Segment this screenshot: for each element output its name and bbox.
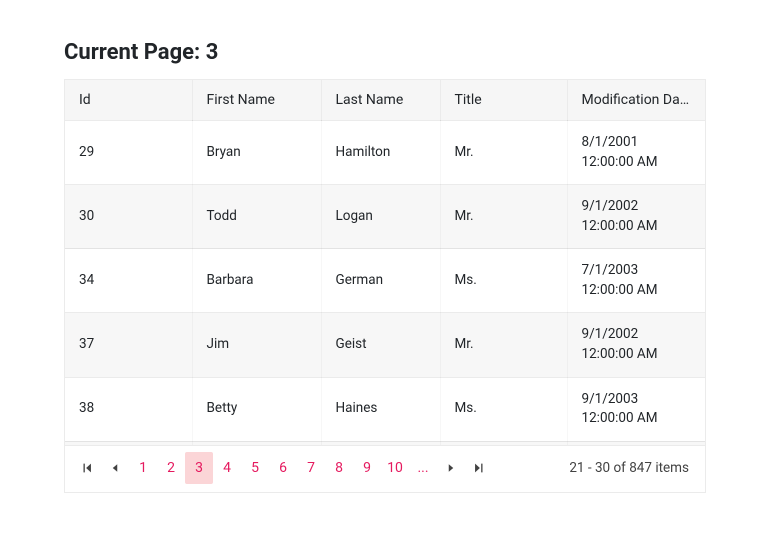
cell-mod: 9/1/2003 12:00:00 AM: [567, 377, 705, 441]
cell-first: Betty: [192, 377, 321, 441]
table-row[interactable]: 30ToddLoganMr.9/1/2002 12:00:00 AM: [65, 185, 705, 249]
table-row[interactable]: 34BarbaraGermanMs.7/1/2003 12:00:00 AM: [65, 249, 705, 313]
caret-left-icon: [109, 462, 121, 474]
first-page-icon: [80, 461, 94, 475]
cell-first: Jim: [192, 313, 321, 377]
cell-id: 34: [65, 249, 192, 313]
cell-title: Ms.: [440, 249, 567, 313]
pager-page-10[interactable]: 10: [381, 452, 409, 484]
cell-title: Ms.: [440, 377, 567, 441]
cell-id: 37: [65, 313, 192, 377]
pager-first-button[interactable]: [73, 452, 101, 484]
caret-right-icon: [445, 462, 457, 474]
cell-last: Haines: [321, 377, 440, 441]
cell-mod: 9/1/2002 12:00:00 AM: [567, 185, 705, 249]
cell-title: Mr.: [440, 121, 567, 185]
title-prefix: Current Page:: [64, 40, 206, 65]
pager-page-4[interactable]: 4: [213, 452, 241, 484]
pager-page-7[interactable]: 7: [297, 452, 325, 484]
cell-mod: 7/1/2003 12:00:00 AM: [567, 249, 705, 313]
pager-page-9[interactable]: 9: [353, 452, 381, 484]
cell-mod: 9/1/2002 12:00:00 AM: [567, 313, 705, 377]
table-row[interactable]: 39SharonLooneyMs.9/1/2002 12:00:00 AM: [65, 441, 705, 445]
data-table: Id First Name Last Name Title Modificati…: [65, 80, 705, 445]
pager-prev-button[interactable]: [101, 452, 129, 484]
pager: 12345678910 ... 21 - 30 of 847 items: [65, 445, 705, 492]
last-page-icon: [472, 461, 486, 475]
cell-id: 39: [65, 441, 192, 445]
cell-last: Looney: [321, 441, 440, 445]
pager-page-1[interactable]: 1: [129, 452, 157, 484]
cell-mod: 9/1/2002 12:00:00 AM: [567, 441, 705, 445]
col-header-firstname[interactable]: First Name: [192, 80, 321, 121]
table-row[interactable]: 38BettyHainesMs.9/1/2003 12:00:00 AM: [65, 377, 705, 441]
pager-page-3[interactable]: 3: [185, 452, 213, 484]
data-grid: Id First Name Last Name Title Modificati…: [64, 79, 706, 493]
cell-last: Logan: [321, 185, 440, 249]
col-header-lastname[interactable]: Last Name: [321, 80, 440, 121]
cell-last: German: [321, 249, 440, 313]
cell-title: Mr.: [440, 185, 567, 249]
cell-last: Geist: [321, 313, 440, 377]
pager-last-button[interactable]: [465, 452, 493, 484]
pager-page-2[interactable]: 2: [157, 452, 185, 484]
title-page: 3: [206, 40, 219, 65]
cell-first: Barbara: [192, 249, 321, 313]
pager-info: 21 - 30 of 847 items: [569, 460, 697, 476]
pager-more[interactable]: ...: [409, 452, 437, 484]
pager-page-6[interactable]: 6: [269, 452, 297, 484]
cell-id: 38: [65, 377, 192, 441]
cell-mod: 8/1/2001 12:00:00 AM: [567, 121, 705, 185]
cell-first: Sharon: [192, 441, 321, 445]
cell-id: 30: [65, 185, 192, 249]
pager-page-5[interactable]: 5: [241, 452, 269, 484]
cell-title: Ms.: [440, 441, 567, 445]
cell-first: Bryan: [192, 121, 321, 185]
cell-last: Hamilton: [321, 121, 440, 185]
col-header-title[interactable]: Title: [440, 80, 567, 121]
pager-next-button[interactable]: [437, 452, 465, 484]
page-title: Current Page: 3: [64, 40, 706, 65]
pager-page-8[interactable]: 8: [325, 452, 353, 484]
col-header-id[interactable]: Id: [65, 80, 192, 121]
cell-title: Mr.: [440, 313, 567, 377]
col-header-moddate[interactable]: Modification Date: [567, 80, 705, 121]
cell-id: 29: [65, 121, 192, 185]
table-row[interactable]: 37JimGeistMr.9/1/2002 12:00:00 AM: [65, 313, 705, 377]
table-row[interactable]: 29BryanHamiltonMr.8/1/2001 12:00:00 AM: [65, 121, 705, 185]
cell-first: Todd: [192, 185, 321, 249]
